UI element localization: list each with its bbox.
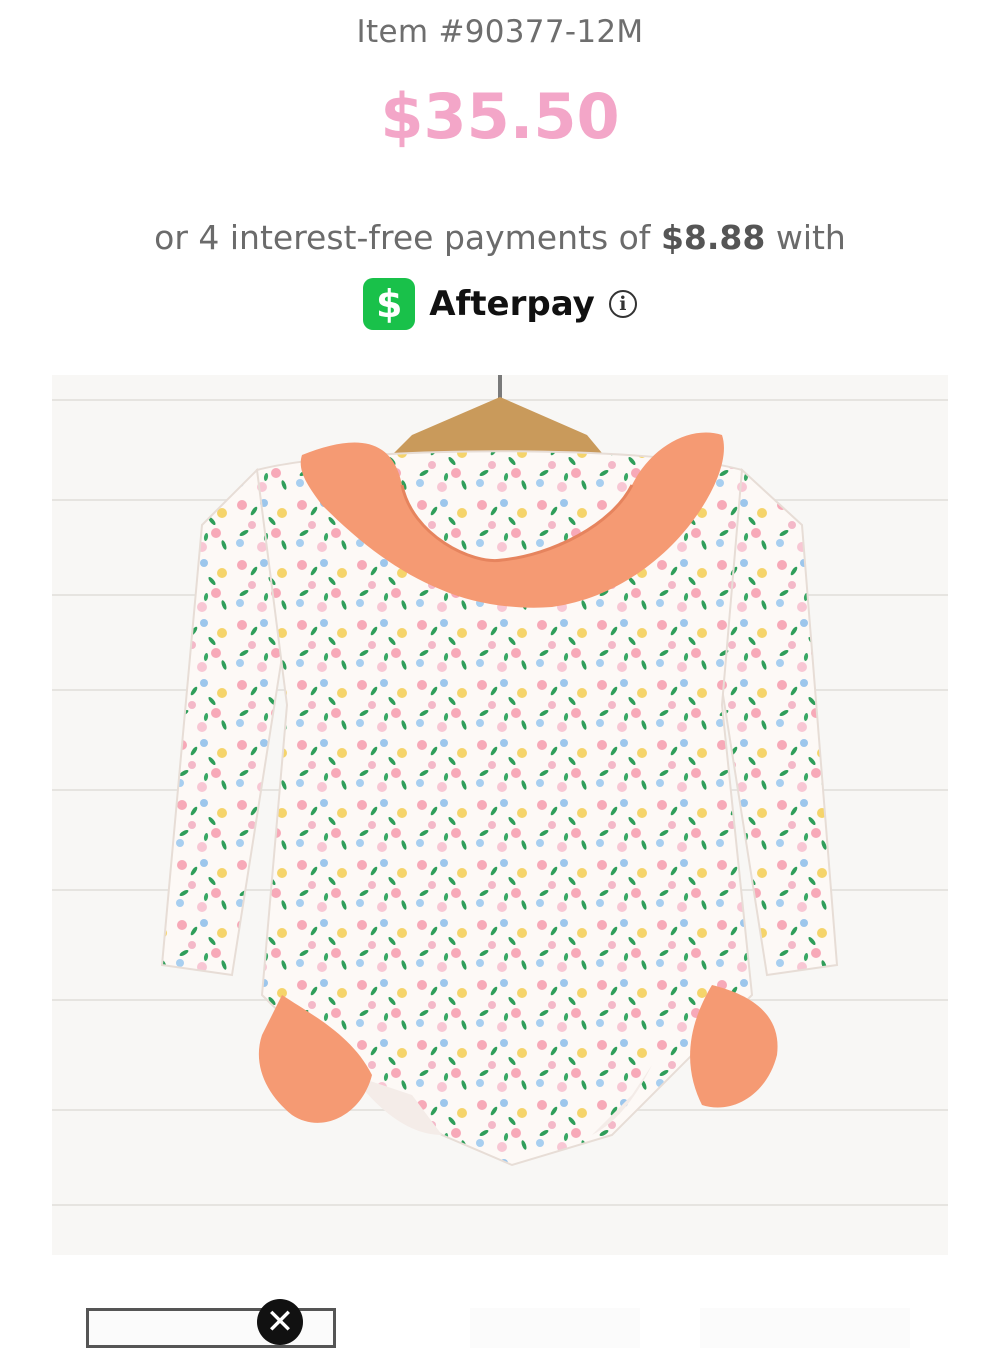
installments-text: or 4 interest-free payments of $8.88 wit… — [0, 218, 1000, 257]
thumbnail-3[interactable] — [700, 1308, 910, 1348]
afterpay-row: $ Afterpay i — [0, 276, 1000, 332]
afterpay-label: Afterpay — [429, 284, 595, 324]
swimsuit-illustration — [52, 375, 948, 1255]
thumbnail-strip: ✕ — [0, 1290, 1000, 1348]
product-image[interactable] — [52, 375, 948, 1255]
installment-amount: $8.88 — [660, 218, 766, 257]
info-icon[interactable]: i — [608, 290, 637, 318]
installments-suffix: with — [775, 218, 846, 257]
cash-app-icon: $ — [363, 278, 416, 330]
product-price: $35.50 — [380, 80, 620, 153]
installments-prefix: or 4 interest-free payments of — [154, 218, 651, 257]
thumbnail-2[interactable] — [470, 1308, 640, 1348]
item-number: Item #90377-12M — [356, 14, 644, 50]
close-icon[interactable]: ✕ — [257, 1299, 303, 1345]
